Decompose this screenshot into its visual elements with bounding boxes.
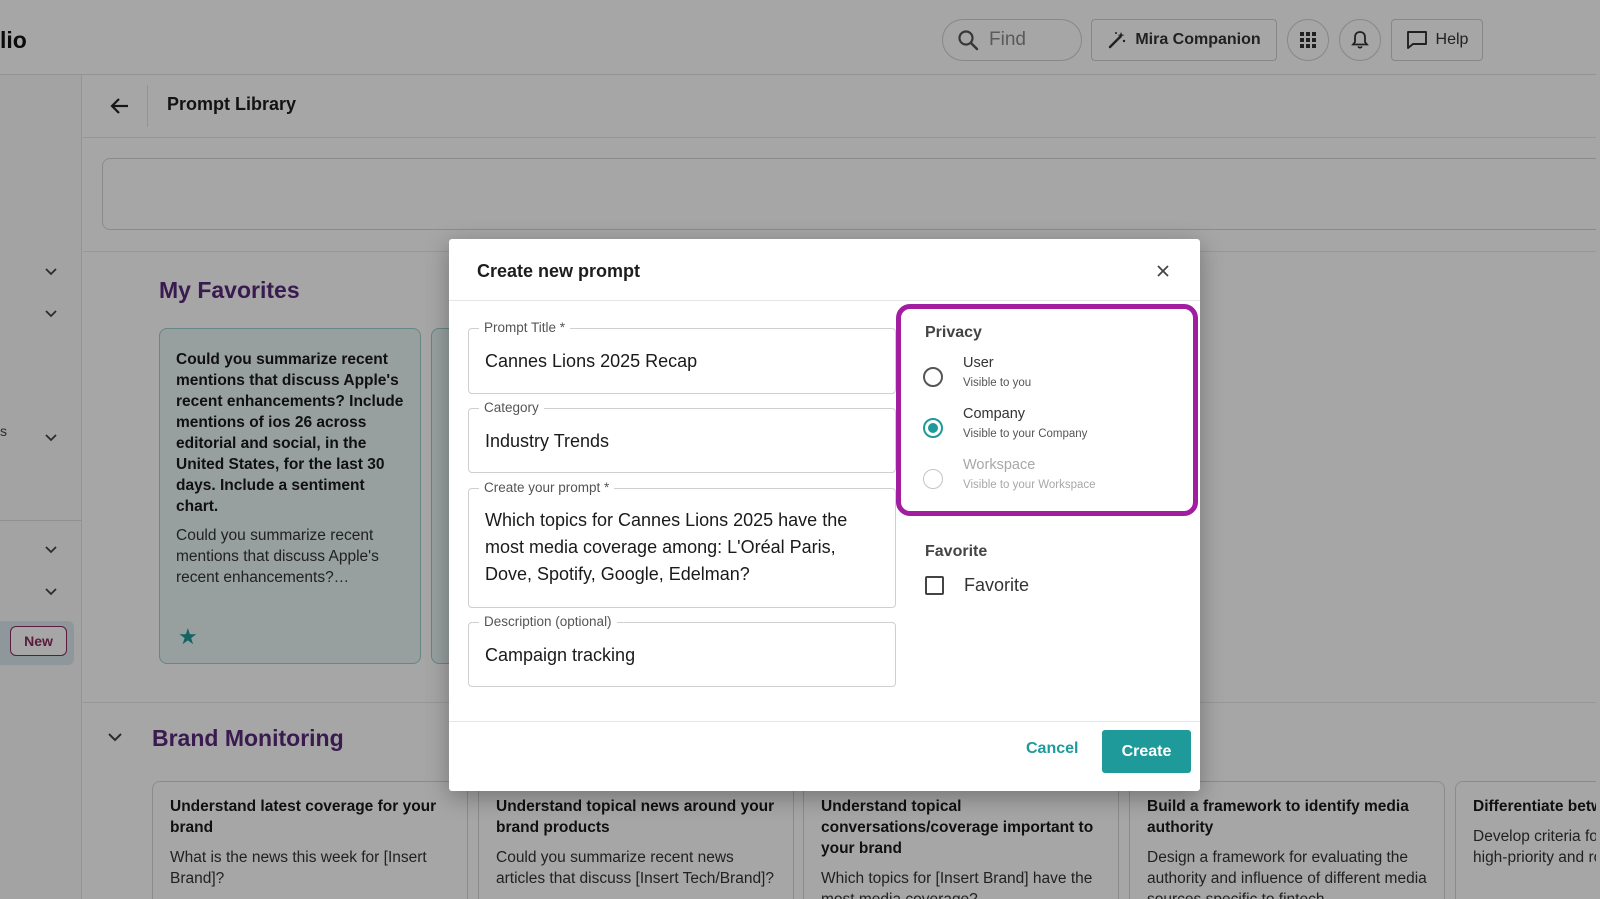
dialog-title: Create new prompt xyxy=(477,261,641,281)
category-value: Industry Trends xyxy=(485,431,610,451)
privacy-title: Privacy xyxy=(925,324,982,341)
favorite-checkbox[interactable] xyxy=(925,576,944,595)
prompt-title-label: Prompt Title * xyxy=(479,320,571,336)
close-icon xyxy=(1157,265,1169,277)
create-button[interactable]: Create xyxy=(1102,730,1191,773)
description-field[interactable]: Description (optional) Campaign tracking xyxy=(468,614,896,687)
prompt-text-label: Create your prompt * xyxy=(479,480,615,496)
radio-button-selected[interactable] xyxy=(923,418,943,438)
cancel-button[interactable]: Cancel xyxy=(1026,740,1078,758)
category-label: Category xyxy=(479,400,544,416)
prompt-text-value: Which topics for Cannes Lions 2025 have … xyxy=(485,510,848,584)
favorite-checkbox-label[interactable]: Favorite xyxy=(964,575,1029,596)
privacy-option-label: Workspace xyxy=(963,457,1036,473)
description-label: Description (optional) xyxy=(479,614,617,630)
privacy-option-sublabel: Visible to your Workspace xyxy=(963,479,1096,491)
description-value: Campaign tracking xyxy=(485,645,636,665)
privacy-option-label: User xyxy=(963,355,994,371)
favorite-section-title: Favorite xyxy=(925,543,988,560)
privacy-option-label: Company xyxy=(963,406,1026,422)
prompt-text-field[interactable]: Create your prompt * Which topics for Ca… xyxy=(468,480,896,608)
privacy-option-sublabel: Visible to you xyxy=(963,377,1032,389)
dialog-footer-divider xyxy=(449,721,1200,722)
prompt-title-field[interactable]: Prompt Title * Cannes Lions 2025 Recap xyxy=(468,320,896,394)
create-prompt-dialog: Create new prompt Prompt Title * Cannes … xyxy=(449,239,1200,791)
category-field[interactable]: Category Industry Trends xyxy=(468,400,896,473)
radio-button-disabled xyxy=(923,469,943,489)
dialog-header-divider xyxy=(449,300,1200,301)
radio-button[interactable] xyxy=(923,367,943,387)
privacy-option-sublabel: Visible to your Company xyxy=(963,428,1088,440)
close-button[interactable] xyxy=(1153,261,1173,281)
prompt-title-value: Cannes Lions 2025 Recap xyxy=(485,351,698,371)
